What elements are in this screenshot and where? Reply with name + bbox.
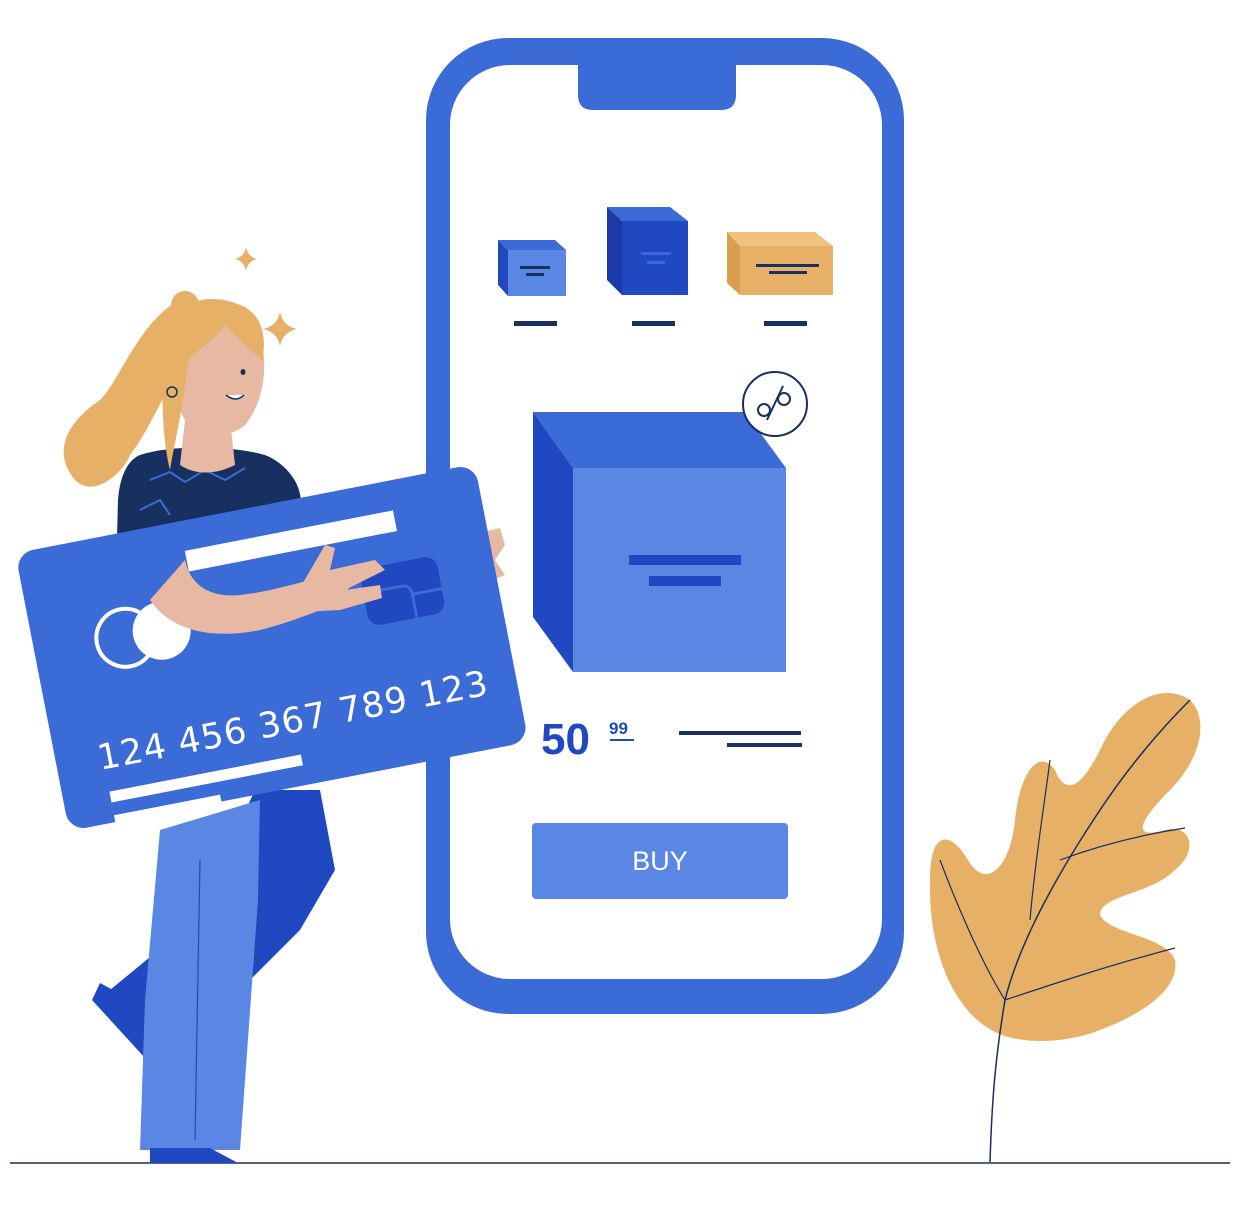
front-shoe xyxy=(150,1148,238,1163)
front-leg xyxy=(140,800,260,1150)
illustration: 50 99 BUY 124 456 367 789 123 xyxy=(10,38,1230,1164)
price-underline xyxy=(610,739,634,741)
price-main: 50 xyxy=(541,715,590,764)
leaf-icon xyxy=(929,693,1201,1163)
eye xyxy=(240,369,246,375)
discount-badge[interactable] xyxy=(742,371,808,437)
buy-button-label: BUY xyxy=(632,846,688,876)
phone: 50 99 BUY xyxy=(426,38,904,1014)
price-cents: 99 xyxy=(609,719,628,738)
buy-button[interactable]: BUY xyxy=(532,823,788,899)
sparkle-icon xyxy=(263,312,297,346)
sparkle-icon xyxy=(235,247,257,271)
phone-notch xyxy=(578,65,736,110)
product-box-large xyxy=(533,412,786,672)
